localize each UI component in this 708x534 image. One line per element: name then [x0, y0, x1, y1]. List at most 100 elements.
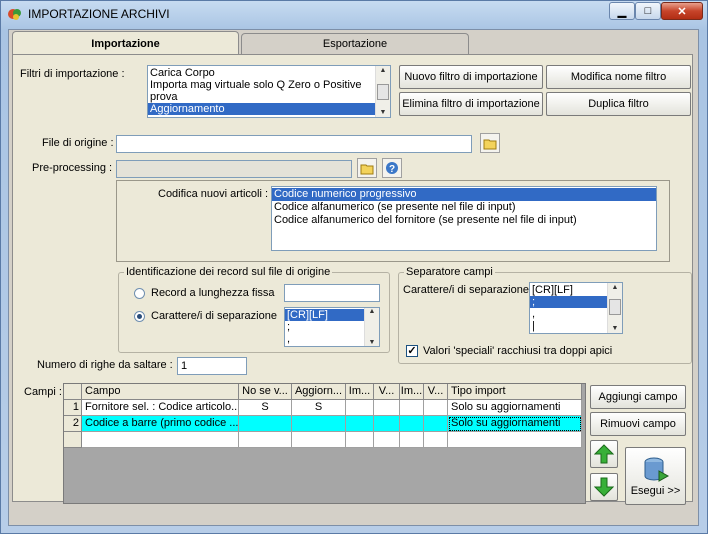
- encoding-list-item[interactable]: Codice alfanumerico (se presente nel fil…: [272, 201, 656, 214]
- svg-text:?: ?: [389, 164, 395, 175]
- encoding-list[interactable]: Codice numerico progressivo Codice alfanu…: [271, 186, 657, 251]
- scroll-down-icon[interactable]: ▼: [367, 339, 377, 346]
- filter-list-item[interactable]: prova: [148, 91, 390, 103]
- new-filter-button[interactable]: Nuovo filtro di importazione: [399, 65, 543, 89]
- row-number[interactable]: 1: [64, 400, 82, 416]
- empty-cell[interactable]: [239, 432, 292, 448]
- record-separator-list[interactable]: [CR][LF];, ▲ ▼: [284, 307, 380, 347]
- filters-label: Filtri di importazione :: [20, 68, 125, 80]
- table-cell[interactable]: S: [292, 400, 346, 416]
- empty-cell[interactable]: [374, 432, 400, 448]
- title-bar[interactable]: IMPORTAZIONE ARCHIVI ▁ □ ✕: [0, 0, 706, 28]
- table-cell[interactable]: Fornitore sel. : Codice articolo...: [82, 400, 239, 416]
- filters-list[interactable]: Carica Corpo Importa mag virtuale solo Q …: [147, 65, 391, 118]
- column-header[interactable]: Tipo import: [448, 384, 582, 400]
- encoding-list-item[interactable]: Codice numerico progressivo: [272, 188, 656, 201]
- arrow-down-icon: [594, 477, 614, 497]
- run-button-label: Esegui >>: [630, 485, 681, 497]
- record-separator-scrollbar[interactable]: ▲ ▼: [364, 308, 379, 346]
- scroll-down-icon[interactable]: ▼: [610, 325, 620, 332]
- tab-importazione[interactable]: Importazione: [12, 31, 239, 55]
- fixed-length-radio[interactable]: [134, 288, 145, 299]
- column-header[interactable]: V...: [374, 384, 400, 400]
- encoding-list-item[interactable]: Codice alfanumerico del fornitore (se pr…: [272, 214, 656, 227]
- field-separator-list[interactable]: [CR][LF];, | ▲ ▼: [529, 282, 623, 334]
- empty-cell[interactable]: [82, 432, 239, 448]
- arrow-up-icon: [594, 444, 614, 464]
- filter-list-item[interactable]: Importa mag virtuale solo Q Zero o Posit…: [148, 79, 390, 91]
- import-panel: Filtri di importazione : Carica Corpo Imp…: [12, 54, 693, 505]
- rename-filter-button[interactable]: Modifica nome filtro: [546, 65, 691, 89]
- duplicate-filter-button[interactable]: Duplica filtro: [546, 92, 691, 116]
- table-cell[interactable]: Solo su aggiornamenti: [448, 400, 582, 416]
- column-header[interactable]: Im...: [346, 384, 374, 400]
- column-header[interactable]: Campo: [82, 384, 239, 400]
- minimize-button[interactable]: ▁: [609, 2, 635, 20]
- table-cell[interactable]: [424, 416, 448, 432]
- browse-file-button[interactable]: [480, 133, 500, 153]
- window-title: IMPORTAZIONE ARCHIVI: [28, 7, 170, 21]
- column-header[interactable]: Im...: [400, 384, 424, 400]
- folder-icon: [483, 139, 496, 149]
- move-down-button[interactable]: [590, 473, 618, 501]
- row-number[interactable]: 2: [64, 416, 82, 432]
- remove-field-button[interactable]: Rimuovi campo: [590, 412, 686, 436]
- scroll-up-icon[interactable]: ▲: [610, 284, 620, 291]
- table-cell[interactable]: [400, 400, 424, 416]
- empty-cell[interactable]: [64, 432, 82, 448]
- close-button[interactable]: ✕: [661, 2, 703, 20]
- scroll-thumb[interactable]: [377, 84, 389, 100]
- preprocessing-label: Pre-processing :: [32, 162, 113, 174]
- minimize-icon: ▁: [617, 5, 627, 18]
- column-header[interactable]: V...: [424, 384, 448, 400]
- empty-cell[interactable]: [448, 432, 582, 448]
- quoted-values-checkbox[interactable]: ✓: [406, 345, 418, 357]
- client-area: Importazione Esportazione Filtri di impo…: [8, 29, 699, 526]
- scroll-up-icon[interactable]: ▲: [367, 308, 377, 315]
- table-cell[interactable]: Solo su aggiornamenti: [448, 416, 582, 432]
- table-cell[interactable]: [374, 400, 400, 416]
- table-cell[interactable]: [346, 400, 374, 416]
- grid-corner: [64, 384, 82, 400]
- empty-cell[interactable]: [346, 432, 374, 448]
- scroll-down-icon[interactable]: ▼: [378, 109, 388, 116]
- skip-rows-label: Numero di righe da saltare :: [37, 359, 173, 371]
- column-header[interactable]: Aggiorn...: [292, 384, 346, 400]
- table-cell[interactable]: S: [239, 400, 292, 416]
- empty-cell[interactable]: [400, 432, 424, 448]
- scroll-thumb[interactable]: [609, 299, 621, 315]
- run-button[interactable]: Esegui >>: [625, 447, 686, 505]
- table-cell[interactable]: Codice a barre (primo codice ...: [82, 416, 239, 432]
- table-cell[interactable]: [424, 400, 448, 416]
- table-cell[interactable]: [400, 416, 424, 432]
- column-header[interactable]: No se v...: [239, 384, 292, 400]
- preprocessing-input[interactable]: [116, 160, 352, 178]
- add-field-button[interactable]: Aggiungi campo: [590, 385, 686, 409]
- table-cell[interactable]: [239, 416, 292, 432]
- empty-cell[interactable]: [424, 432, 448, 448]
- table-cell[interactable]: [292, 416, 346, 432]
- fields-grid[interactable]: Campo No se v... Aggiorn... Im... V... Im... V…: [63, 383, 586, 504]
- field-separator-scrollbar[interactable]: ▲ ▼: [607, 283, 622, 333]
- filter-list-item[interactable]: Aggiornamento: [148, 103, 390, 115]
- separator-label: Carattere/i di separazione: [151, 310, 277, 322]
- filters-scrollbar[interactable]: ▲ ▼: [375, 66, 390, 117]
- preprocessing-help-button[interactable]: ?: [382, 158, 402, 178]
- skip-rows-input[interactable]: 1: [177, 357, 247, 375]
- database-run-icon: [644, 457, 669, 482]
- fixed-length-input[interactable]: [284, 284, 380, 302]
- tab-esportazione[interactable]: Esportazione: [241, 33, 469, 54]
- filter-list-item[interactable]: Carica Corpo: [148, 67, 390, 79]
- maximize-button[interactable]: □: [635, 2, 661, 20]
- table-cell[interactable]: [374, 416, 400, 432]
- preprocessing-browse-button[interactable]: [357, 158, 377, 178]
- table-cell[interactable]: [346, 416, 374, 432]
- field-separator-label: Carattere/i di separazione: [403, 284, 529, 296]
- move-up-button[interactable]: [590, 440, 618, 468]
- record-id-legend: Identificazione dei record sul file di o…: [124, 266, 333, 278]
- source-file-input[interactable]: [116, 135, 472, 153]
- separator-radio[interactable]: [134, 311, 145, 322]
- delete-filter-button[interactable]: Elimina filtro di importazione: [399, 92, 543, 116]
- empty-cell[interactable]: [292, 432, 346, 448]
- scroll-up-icon[interactable]: ▲: [378, 67, 388, 74]
